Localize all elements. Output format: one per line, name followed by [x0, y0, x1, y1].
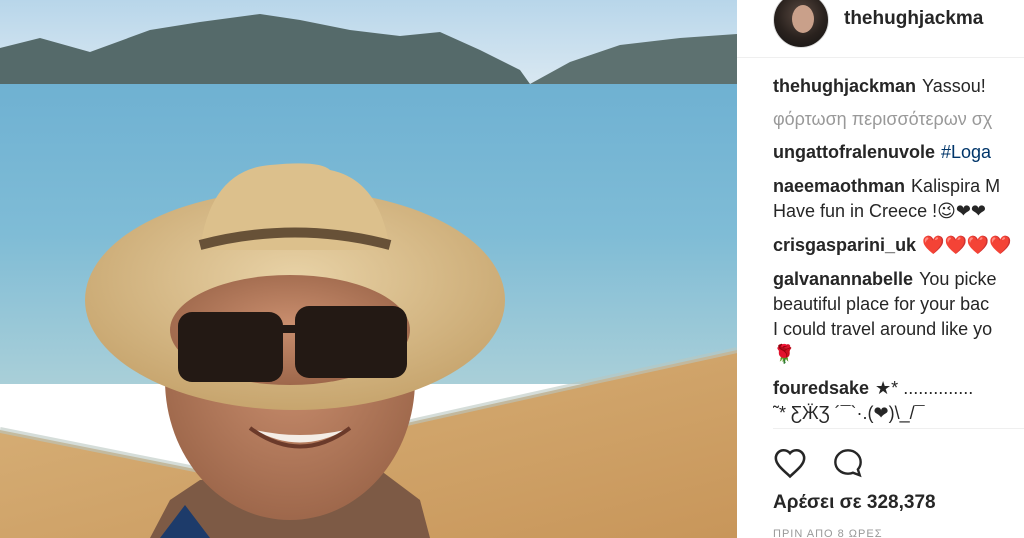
list-item: galvanannabelle You picke — [773, 267, 1024, 292]
actions-divider — [773, 428, 1024, 429]
caption-text: Yassou! — [922, 76, 986, 96]
comment-text: You picke — [919, 269, 997, 289]
list-item: naeemaothman Kalispira M — [773, 174, 1024, 199]
likes-count[interactable]: Αρέσει σε 328,378 — [773, 492, 936, 514]
comment-text-line: beautiful place for your bac — [773, 294, 990, 314]
comment-bubble-icon[interactable] — [831, 446, 865, 480]
caption: thehughjackman Yassou! — [773, 74, 1024, 99]
header-username[interactable]: thehughjackma — [844, 8, 983, 30]
comment-text-line: Have fun in Creece !😉❤❤ — [773, 201, 987, 221]
comments-list: thehughjackman Yassou! φόρτωση περισσότερ… — [773, 74, 1024, 426]
list-item: fouredsake ★* .............. — [773, 376, 1024, 401]
comment-text: Kalispira M — [911, 176, 1001, 196]
comment-username[interactable]: naeemaothman — [773, 176, 905, 196]
post-details-panel: thehughjackma thehughjackman Yassou! φόρτ… — [737, 0, 1024, 538]
comment-text: ❤️❤️❤️❤️ — [922, 235, 1012, 255]
post-timestamp[interactable]: ΠΡΙΝ ΑΠΟ 8 ΩΡΕΣ — [773, 528, 883, 538]
comment-username[interactable]: crisgasparini_uk — [773, 235, 916, 255]
list-item: crisgasparini_uk ❤️❤️❤️❤️ — [773, 233, 1024, 258]
avatar[interactable] — [773, 0, 829, 48]
list-item: ungattofralenuvole #Loga — [773, 140, 1024, 165]
action-bar — [773, 445, 889, 481]
comment-text-line: 🌹 — [773, 344, 796, 364]
comment-text-line: I could travel around like yo — [773, 319, 993, 339]
load-more-comments-link[interactable]: φόρτωση περισσότερων σχ — [773, 107, 1024, 132]
hashtag-link[interactable]: #Loga — [941, 142, 991, 162]
heart-icon[interactable] — [773, 446, 807, 480]
post-photo — [0, 0, 737, 538]
caption-username[interactable]: thehughjackman — [773, 76, 916, 96]
comment-text: ★* .............. — [875, 378, 974, 398]
header-divider — [737, 57, 1024, 58]
comment-username[interactable]: fouredsake — [773, 378, 869, 398]
comment-text-line: ˜* ƸӜƷ ´¯`·.(❤)\_/¯ — [773, 403, 925, 423]
selfie-photo — [0, 0, 737, 538]
comment-username[interactable]: galvanannabelle — [773, 269, 913, 289]
post-header: thehughjackma — [773, 0, 1024, 48]
comment-username[interactable]: ungattofralenuvole — [773, 142, 935, 162]
